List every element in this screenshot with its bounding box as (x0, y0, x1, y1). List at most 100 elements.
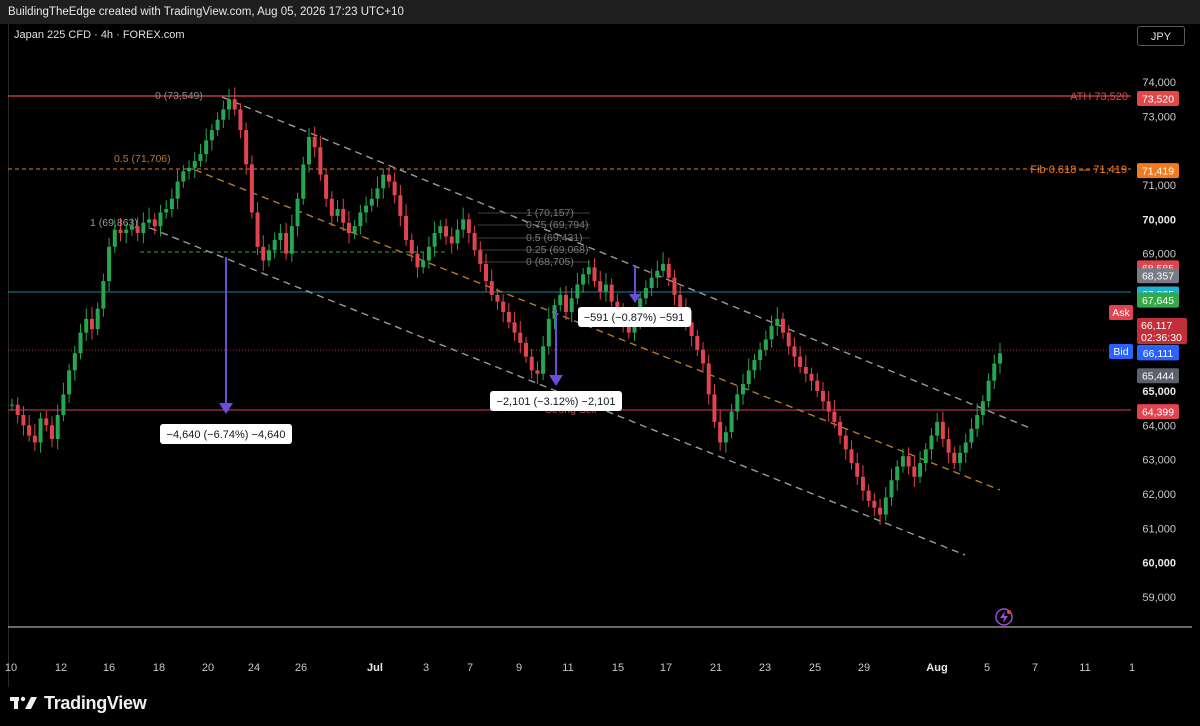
candle-body (329, 198, 334, 216)
candle-body (306, 136, 311, 165)
candle-body (546, 318, 551, 347)
candle-body (643, 287, 648, 299)
candle-body (603, 284, 608, 292)
candle-body (741, 384, 746, 395)
candle-body (912, 466, 917, 477)
candle-body (992, 363, 997, 381)
candle-body (312, 136, 317, 148)
time-axis-label: 26 (295, 662, 307, 674)
candle-body (415, 253, 420, 268)
candle-body (466, 219, 471, 234)
candle-body (432, 233, 437, 247)
candle-body (758, 349, 763, 361)
candle-body (998, 353, 1002, 364)
measure-label-3: −591 (−0.87%) −591 (584, 312, 685, 324)
candle-body (187, 167, 192, 172)
candle-body (164, 209, 169, 213)
channel-upper-line[interactable] (221, 96, 1031, 429)
candle-body (484, 263, 489, 282)
candle-body (318, 147, 323, 175)
candle-body (112, 229, 117, 247)
candle-body (461, 219, 466, 230)
tradingview-logo[interactable]: TradingView (10, 690, 147, 716)
candle-body (918, 463, 923, 477)
candle-body (906, 456, 911, 467)
candle-body (940, 421, 945, 440)
candle-body (15, 404, 20, 416)
candle-body (444, 226, 449, 237)
candle-body (672, 277, 677, 295)
candle-body (209, 130, 214, 141)
candle-body (860, 476, 865, 491)
candle-body (10, 404, 14, 406)
candle-body (558, 294, 563, 306)
candle-body (729, 411, 734, 433)
level-64399-tag: 64,399 (1142, 407, 1174, 419)
candle-body (512, 322, 517, 333)
candle-body (900, 456, 905, 467)
measure-label-2: −2,101 (−3.12%) −2,101 (497, 396, 616, 408)
time-axis-label: 24 (248, 662, 260, 674)
candle-body (563, 294, 568, 313)
time-axis-label: 17 (660, 662, 672, 674)
candle-body (232, 99, 237, 110)
candle-body (107, 246, 112, 282)
candle-body (426, 246, 431, 261)
price-axis-label: 63,000 (1142, 455, 1176, 467)
candle-body (803, 366, 808, 374)
candle-body (655, 270, 660, 278)
candle-body (147, 219, 152, 223)
candle-body (84, 318, 89, 333)
candle-body (152, 219, 157, 227)
candle-body (472, 233, 477, 251)
time-axis-label: 5 (984, 662, 990, 674)
candle-body (718, 421, 723, 443)
time-axis-label: 18 (153, 662, 165, 674)
candle-body (986, 380, 991, 402)
candle-body (883, 497, 888, 515)
candle-body (820, 390, 825, 402)
candle-body (55, 415, 60, 440)
lightning-icon[interactable] (995, 608, 1013, 626)
price-axis-label: 70,000 (1142, 214, 1176, 226)
candle-body (581, 274, 586, 285)
candle-body (798, 356, 803, 367)
candle-body (255, 212, 260, 247)
candle-body (952, 452, 957, 464)
price-axis-label: 59,000 (1142, 592, 1176, 604)
currency-button[interactable]: JPY (1137, 26, 1185, 46)
fib-mid-label-4: 0 (68,705) (526, 256, 574, 268)
candle-body (723, 432, 728, 443)
level-68357-tag: 68,357 (1142, 271, 1174, 283)
ath-line-label: ATH 73,520 (1070, 91, 1128, 103)
fib-price-tag: 71,419 (1142, 166, 1174, 178)
candle-body (358, 212, 363, 227)
candle-body (438, 226, 443, 234)
candle-body (478, 250, 483, 264)
measure-label-1: −4,640 (−6.74%) −4,640 (167, 429, 286, 441)
candle-body (506, 312, 511, 323)
symbol-title[interactable]: Japan 225 CFD · 4h · FOREX.com (14, 29, 185, 41)
candle-body (27, 425, 32, 436)
price-axis-label: 69,000 (1142, 249, 1176, 261)
price-chart[interactable]: 0 (73,549) 0.5 (71,706) 1 (69,863) 1 (70… (0, 0, 1200, 726)
candle-body (346, 222, 351, 234)
candle-body (849, 449, 854, 464)
candle-body (21, 415, 26, 426)
time-axis[interactable]: 10 12 16 18 20 24 26 Jul 3 7 9 11 15 17 21 23 25 29 Aug 5 7 1… (5, 662, 1135, 674)
price-axis-label: 71,000 (1142, 180, 1176, 192)
bid-price-tag: 66,111 (1143, 348, 1174, 360)
time-axis-label: Aug (926, 662, 947, 674)
candle-body (409, 239, 414, 254)
candle-body (889, 480, 894, 498)
candle-body (752, 360, 757, 371)
candle-body (661, 263, 666, 271)
fib-mid-label-3: 0.25 (69,068) (526, 244, 588, 256)
channel-mid-line[interactable] (194, 169, 1001, 491)
candle-body (712, 394, 717, 422)
candle-body (118, 229, 123, 234)
candle-body (878, 507, 883, 515)
candle-body (67, 370, 72, 395)
candle-body (301, 164, 306, 199)
candle-body (855, 463, 860, 477)
